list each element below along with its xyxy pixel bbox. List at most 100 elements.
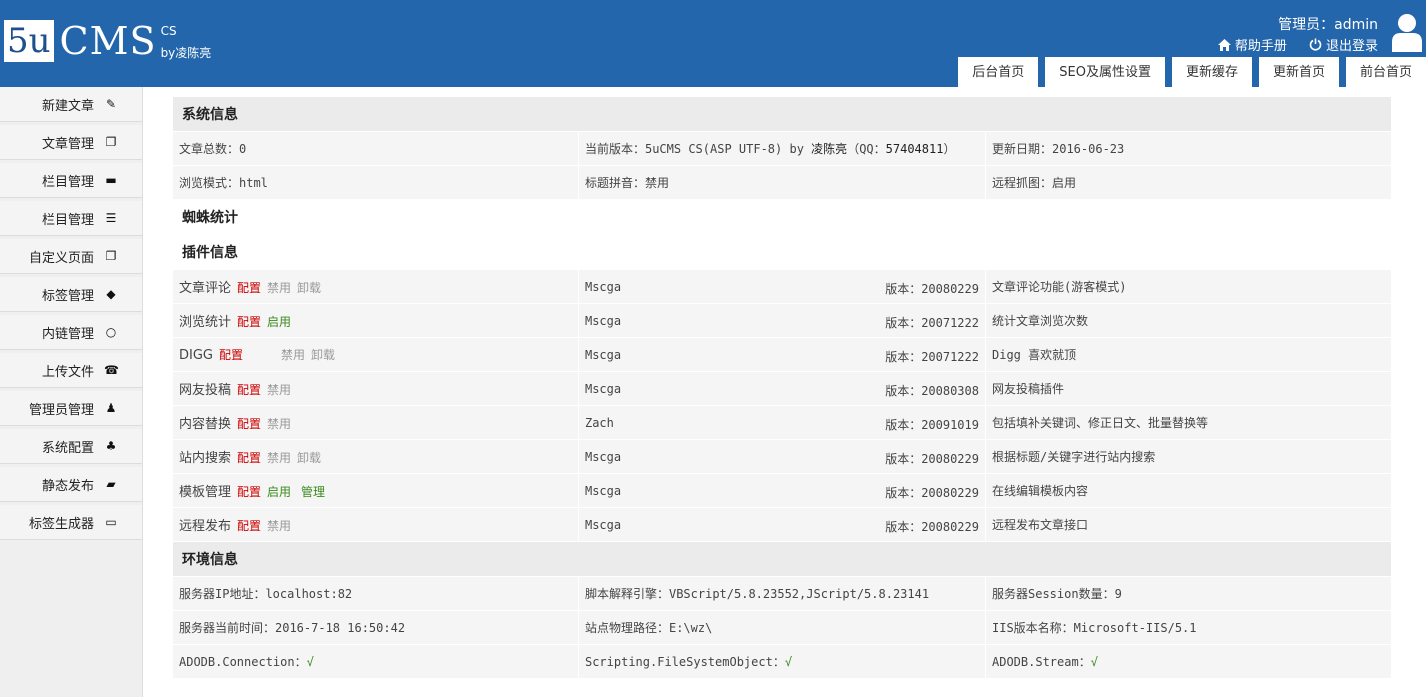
- adodb-stream-label: ADODB.Stream：: [992, 655, 1091, 669]
- logo-cms: CMS: [59, 19, 157, 63]
- plugin-desc: 包括填补关键词、修正日文、批量替换等: [986, 406, 1391, 439]
- plugin-author: Mscga: [584, 313, 622, 328]
- disable-link[interactable]: 禁用: [267, 281, 291, 295]
- enable-link[interactable]: 启用: [267, 315, 291, 329]
- plugin-name: DIGG: [179, 348, 213, 363]
- folder-icon: ▬: [105, 173, 117, 187]
- top-header: 5u CMS CS by凌陈亮 管理员：admin 帮助手册 退出登录 后台首页…: [0, 0, 1426, 87]
- plugin-author: Mscga: [584, 381, 622, 396]
- plugin-desc: 远程发布文章接口: [986, 508, 1391, 541]
- server-ip: 服务器IP地址：localhost:82: [173, 577, 578, 610]
- sidebar-item-admin-manage[interactable]: 管理员管理 ♟: [0, 391, 142, 426]
- plugin-name: 远程发布: [179, 519, 232, 534]
- edit-icon: ✎: [105, 97, 117, 111]
- plugin-version: 版本：20091019: [885, 417, 979, 432]
- session-count: 服务器Session数量：9: [986, 577, 1391, 610]
- sidebar-item-upload-file[interactable]: 上传文件 ☎: [0, 353, 142, 388]
- tab-frontend-home[interactable]: 前台首页: [1345, 57, 1426, 87]
- configure-link[interactable]: 配置: [237, 519, 261, 533]
- plugin-author: Mscga: [584, 279, 622, 294]
- disable-link[interactable]: 禁用: [281, 348, 305, 362]
- version-prefix: 当前版本：5uCMS CS(ASP UTF-8) by: [584, 142, 804, 156]
- check-icon: √: [1090, 655, 1098, 669]
- tab-update-cache[interactable]: 更新缓存: [1171, 57, 1252, 87]
- section-title-spider: 蜘蛛统计: [173, 200, 1391, 234]
- sidebar-item-static-publish[interactable]: 静态发布 ▰: [0, 467, 142, 502]
- uninstall-link[interactable]: 卸载: [297, 451, 321, 465]
- disable-link[interactable]: 禁用: [267, 451, 291, 465]
- enable-link[interactable]: 启用: [267, 485, 291, 499]
- configure-link[interactable]: 配置: [237, 485, 261, 499]
- plugin-version: 版本：20080308: [885, 383, 979, 398]
- version-author: 凌陈亮: [811, 142, 848, 156]
- disable-link[interactable]: 禁用: [267, 417, 291, 431]
- configure-link[interactable]: 配置: [219, 348, 243, 362]
- plugin-author: Mscga: [584, 483, 622, 498]
- configure-link[interactable]: 配置: [237, 383, 261, 397]
- uninstall-link[interactable]: 卸载: [311, 348, 335, 362]
- configure-link[interactable]: 配置: [237, 281, 261, 295]
- sidebar-item-system-config[interactable]: 系统配置 ♣: [0, 429, 142, 464]
- plug-icon: ♣: [105, 439, 117, 453]
- plugin-row: 浏览统计 配置 启用 Mscga 版本：20071222 统计文章浏览次数: [173, 304, 1391, 337]
- sidebar-item-tag-generator[interactable]: 标签生成器 ▭: [0, 505, 142, 540]
- tab-admin-home[interactable]: 后台首页: [958, 57, 1039, 87]
- plugin-version: 版本：20080229: [885, 519, 979, 534]
- logo-by: by凌陈亮: [160, 46, 212, 60]
- server-time: 服务器当前时间：2016-7-18 16:50:42: [173, 611, 578, 644]
- disable-link[interactable]: 禁用: [267, 383, 291, 397]
- plugin-name: 站内搜索: [179, 451, 232, 466]
- sidebar-item-label: 标签生成器: [28, 516, 94, 532]
- sidebar-item-custom-page[interactable]: 自定义页面 ❐: [0, 239, 142, 274]
- sidebar-item-label: 管理员管理: [28, 402, 94, 418]
- sidebar-item-tag-manage[interactable]: 标签管理 ◆: [0, 277, 142, 312]
- header-links: 帮助手册 退出登录: [1217, 35, 1378, 54]
- tab-update-homepage[interactable]: 更新首页: [1258, 57, 1339, 87]
- plugin-version: 版本：20071222: [885, 349, 979, 364]
- sidebar-item-new-article[interactable]: 新建文章 ✎: [0, 87, 142, 122]
- logout-label: 退出登录: [1325, 39, 1378, 54]
- plugin-name: 网友投稿: [179, 383, 232, 398]
- remote-fetch: 远程抓图：启用: [986, 166, 1391, 199]
- sidebar-item-label: 文章管理: [41, 136, 94, 152]
- configure-link[interactable]: 配置: [237, 451, 261, 465]
- logout-link[interactable]: 退出登录: [1309, 35, 1378, 54]
- uninstall-link[interactable]: 卸载: [297, 281, 321, 295]
- section-title-system: 系统信息: [173, 97, 1391, 131]
- plugin-version: 版本：20071222: [885, 315, 979, 330]
- sidebar-item-label: 上传文件: [41, 364, 94, 380]
- plugin-desc: 统计文章浏览次数: [986, 304, 1391, 337]
- help-label: 帮助手册: [1234, 39, 1287, 54]
- sidebar-item-column-manage-2[interactable]: 栏目管理 ☰: [0, 201, 142, 236]
- logo-subtext: CS by凌陈亮: [161, 20, 221, 62]
- manage-link[interactable]: 管理: [301, 485, 325, 499]
- site-path: 站点物理路径：E:\wz\: [578, 611, 985, 644]
- configure-link[interactable]: 配置: [237, 417, 261, 431]
- tab-seo-settings[interactable]: SEO及属性设置: [1045, 57, 1165, 87]
- logo-5u: 5u: [4, 20, 54, 62]
- update-date: 更新日期：2016-06-23: [986, 132, 1391, 165]
- plugin-name: 文章评论: [179, 281, 232, 296]
- disable-link[interactable]: 禁用: [267, 519, 291, 533]
- plugin-version: 版本：20080229: [885, 281, 979, 296]
- adodb-connection-label: ADODB.Connection：: [179, 655, 307, 669]
- window-icon: ▭: [105, 515, 117, 529]
- sidebar-item-column-manage[interactable]: 栏目管理 ▬: [0, 163, 142, 198]
- copy-icon: ❐: [105, 135, 117, 149]
- plugin-desc: 网友投稿插件: [986, 372, 1391, 405]
- plugin-desc: Digg 喜欢就顶: [986, 338, 1391, 371]
- plugin-name: 浏览统计: [179, 315, 232, 330]
- user-icon: ♟: [105, 401, 117, 415]
- briefcase-icon: ☰: [105, 211, 117, 225]
- sidebar-item-label: 系统配置: [41, 440, 94, 456]
- sidebar-item-article-manage[interactable]: 文章管理 ❐: [0, 125, 142, 160]
- plugin-version: 版本：20080229: [885, 451, 979, 466]
- configure-link[interactable]: 配置: [237, 315, 261, 329]
- help-link[interactable]: 帮助手册: [1217, 35, 1287, 54]
- logo[interactable]: 5u CMS CS by凌陈亮: [4, 20, 221, 64]
- user-avatar-icon[interactable]: [1391, 12, 1423, 52]
- plugin-desc: 文章评论功能(游客模式): [986, 270, 1391, 303]
- plugin-author: Zach: [584, 415, 614, 430]
- title-pinyin: 标题拼音：禁用: [578, 166, 985, 199]
- sidebar-item-internal-link[interactable]: 内链管理 ○: [0, 315, 142, 350]
